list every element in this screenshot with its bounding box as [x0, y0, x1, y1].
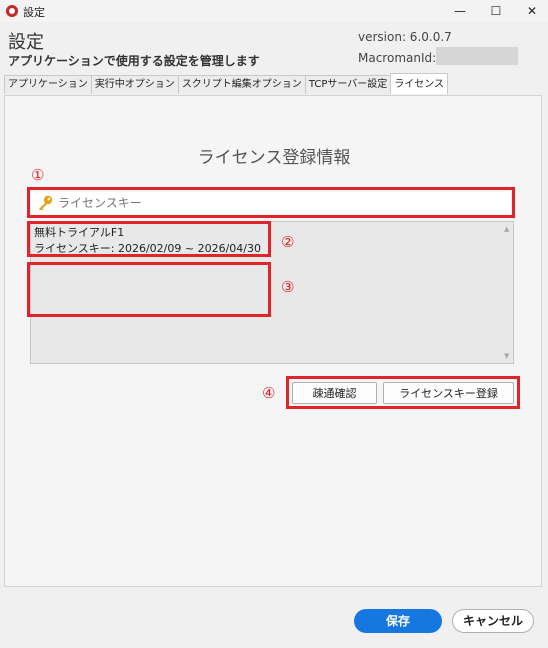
marker-3: ③	[281, 278, 295, 296]
highlight-box-3	[27, 262, 271, 317]
save-button[interactable]: 保存	[354, 609, 442, 633]
tab-runtime-options[interactable]: 実行中オプション	[90, 75, 179, 94]
tab-script-edit-options[interactable]: スクリプト編集オプション	[177, 75, 306, 94]
marker-4: ④	[262, 384, 276, 402]
tab-application[interactable]: アプリケーション	[4, 75, 92, 94]
marker-2: ②	[281, 233, 295, 251]
key-icon	[39, 195, 53, 211]
app-icon	[6, 5, 18, 17]
page-title: 設定	[8, 32, 44, 53]
connection-check-button[interactable]: 疎通確認	[292, 382, 377, 404]
window-title: 設定	[23, 6, 45, 19]
minimize-button[interactable]: —	[444, 0, 476, 22]
macroman-id-label: MacromanId:	[358, 51, 437, 65]
close-button[interactable]: ✕	[516, 0, 548, 22]
license-key-input[interactable]	[31, 192, 511, 214]
maximize-button[interactable]: ☐	[480, 0, 512, 22]
tab-tcp-server[interactable]: TCPサーバー設定	[304, 75, 392, 94]
page-subtitle: アプリケーションで使用する設定を管理します	[8, 54, 260, 68]
version-label: version: 6.0.0.7	[358, 30, 452, 44]
tab-license[interactable]: ライセンス	[390, 73, 449, 94]
title-bar: 設定 — ☐ ✕	[0, 0, 548, 22]
info-scrollbar[interactable]: ▲ ▼	[501, 222, 513, 363]
register-license-button[interactable]: ライセンスキー登録	[383, 382, 514, 404]
highlight-box-2	[27, 221, 271, 257]
marker-1: ①	[31, 166, 45, 184]
scroll-up-icon[interactable]: ▲	[504, 225, 509, 233]
scroll-down-icon[interactable]: ▼	[504, 352, 509, 360]
tab-bar: アプリケーション 実行中オプション スクリプト編集オプション TCPサーバー設定…	[4, 73, 449, 95]
cancel-button[interactable]: キャンセル	[452, 609, 534, 633]
license-title: ライセンス登録情報	[197, 148, 351, 168]
macroman-id-value	[436, 47, 518, 65]
